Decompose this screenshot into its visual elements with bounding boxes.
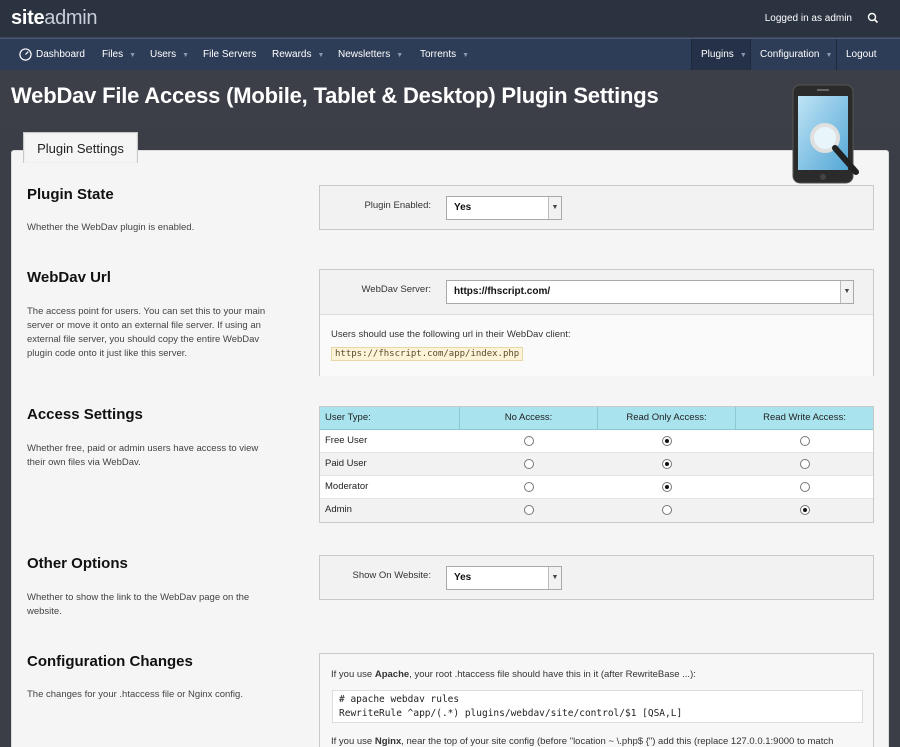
other-options-heading: Other Options xyxy=(27,555,128,572)
col-no-access: No Access: xyxy=(459,407,597,429)
radio-no-access[interactable] xyxy=(524,505,534,515)
radio-read-only[interactable] xyxy=(662,482,672,492)
config-heading: Configuration Changes xyxy=(27,653,193,670)
access-table: User Type: No Access: Read Only Access: … xyxy=(319,406,874,523)
logo-bold: site xyxy=(11,7,45,29)
col-read-write: Read Write Access: xyxy=(735,407,873,429)
radio-no-access[interactable] xyxy=(524,482,534,492)
webdav-url-code: https://fhscript.com/app/index.php xyxy=(331,347,524,361)
config-desc: The changes for your .htaccess file or N… xyxy=(27,689,243,700)
webdav-server-label: WebDav Server: xyxy=(361,284,431,295)
row-user-type: Paid User xyxy=(325,458,367,469)
plugin-state-desc: Whether the WebDav plugin is enabled. xyxy=(27,222,195,233)
nav-file-servers[interactable]: File Servers xyxy=(203,39,256,70)
webdav-url-heading: WebDav Url xyxy=(27,269,111,286)
radio-read-only[interactable] xyxy=(662,459,672,469)
radio-read-write[interactable] xyxy=(800,482,810,492)
site-logo[interactable]: siteadmin xyxy=(11,7,98,30)
dashboard-icon xyxy=(19,48,32,61)
nav-files[interactable]: Files ▼ xyxy=(102,39,136,70)
nav-logout[interactable]: Logout xyxy=(846,39,877,70)
search-icon[interactable] xyxy=(866,11,880,25)
chevron-down-icon: ▼ xyxy=(182,52,190,59)
chevron-down-icon: ▼ xyxy=(396,52,404,59)
plugin-state-panel: Plugin Enabled: Yes ▼ xyxy=(319,185,874,230)
code-line: RewriteRule ^app/(.*) plugins/webdav/sit… xyxy=(339,708,683,719)
top-bar: siteadmin Logged in as admin xyxy=(0,0,900,38)
row-user-type: Moderator xyxy=(325,481,369,492)
radio-read-write[interactable] xyxy=(800,436,810,446)
nav-users[interactable]: Users ▼ xyxy=(150,39,189,70)
webdav-url-info: Users should use the following url in th… xyxy=(320,314,873,376)
nginx-instructions: If you use Nginx, near the top of your s… xyxy=(331,736,834,747)
page-header: WebDav File Access (Mobile, Tablet & Des… xyxy=(0,70,900,130)
logo-light: admin xyxy=(44,7,98,29)
webdav-url-hint: Users should use the following url in th… xyxy=(331,329,571,340)
col-user-type: User Type: xyxy=(325,412,371,423)
table-header: User Type: No Access: Read Only Access: … xyxy=(320,407,873,430)
radio-no-access[interactable] xyxy=(524,459,534,469)
webdav-server-select[interactable]: https://fhscript.com/▼ xyxy=(446,280,854,304)
chevron-down-icon: ▼ xyxy=(840,281,853,303)
plugin-enabled-label: Plugin Enabled: xyxy=(364,200,431,211)
radio-no-access[interactable] xyxy=(524,436,534,446)
nav-rewards[interactable]: Rewards ▼ xyxy=(272,39,324,70)
radio-read-only[interactable] xyxy=(662,505,672,515)
table-row: Free User xyxy=(320,430,873,453)
plugin-enabled-select[interactable]: Yes ▼ xyxy=(446,196,562,220)
chevron-down-icon: ▼ xyxy=(462,52,470,59)
table-row: Moderator xyxy=(320,476,873,499)
other-options-desc: Whether to show the link to the WebDav p… xyxy=(27,592,250,617)
tab-plugin-settings[interactable]: Plugin Settings xyxy=(23,132,138,163)
show-on-website-label: Show On Website: xyxy=(352,570,431,581)
radio-read-write[interactable] xyxy=(800,459,810,469)
chevron-down-icon: ▼ xyxy=(548,197,561,219)
plugin-state-heading: Plugin State xyxy=(27,186,114,203)
main-nav: Dashboard Files ▼ Users ▼ File Servers Rew… xyxy=(0,38,900,70)
config-panel: If you use Apache, your root .htaccess f… xyxy=(319,653,874,747)
nav-torrents[interactable]: Torrents ▼ xyxy=(420,39,469,70)
table-row: Admin xyxy=(320,499,873,522)
chevron-down-icon: ▼ xyxy=(129,52,137,59)
radio-read-only[interactable] xyxy=(662,436,672,446)
table-row: Paid User xyxy=(320,453,873,476)
radio-read-write[interactable] xyxy=(800,505,810,515)
row-user-type: Free User xyxy=(325,435,368,446)
webdav-url-panel: WebDav Server: https://fhscript.com/▼ Us… xyxy=(319,269,874,376)
chevron-down-icon: ▼ xyxy=(317,52,325,59)
col-read-only: Read Only Access: xyxy=(597,407,735,429)
code-line: # apache webdav rules xyxy=(339,694,460,705)
chevron-down-icon: ▼ xyxy=(739,52,747,59)
nav-dashboard[interactable]: Dashboard xyxy=(36,39,85,70)
chevron-down-icon: ▼ xyxy=(825,52,833,59)
show-on-website-select[interactable]: Yes ▼ xyxy=(446,566,562,590)
page-title: WebDav File Access (Mobile, Tablet & Des… xyxy=(11,83,659,108)
apache-code-block: # apache webdav rules RewriteRule ^app/(.… xyxy=(332,690,863,723)
webdav-url-desc: The access point for users. You can set … xyxy=(27,306,266,359)
nav-plugins[interactable]: Plugins ▼ xyxy=(692,39,750,70)
other-options-panel: Show On Website: Yes ▼ xyxy=(319,555,874,600)
access-desc: Whether free, paid or admin users have a… xyxy=(27,443,259,468)
apache-instructions: If you use Apache, your root .htaccess f… xyxy=(331,669,696,680)
logged-in-text: Logged in as admin xyxy=(764,13,852,24)
chevron-down-icon: ▼ xyxy=(548,567,561,589)
nav-newsletters[interactable]: Newsletters ▼ xyxy=(338,39,403,70)
access-heading: Access Settings xyxy=(27,406,143,423)
nav-configuration[interactable]: Configuration ▼ xyxy=(760,39,832,70)
row-user-type: Admin xyxy=(325,504,352,515)
mobile-search-icon xyxy=(792,84,859,184)
